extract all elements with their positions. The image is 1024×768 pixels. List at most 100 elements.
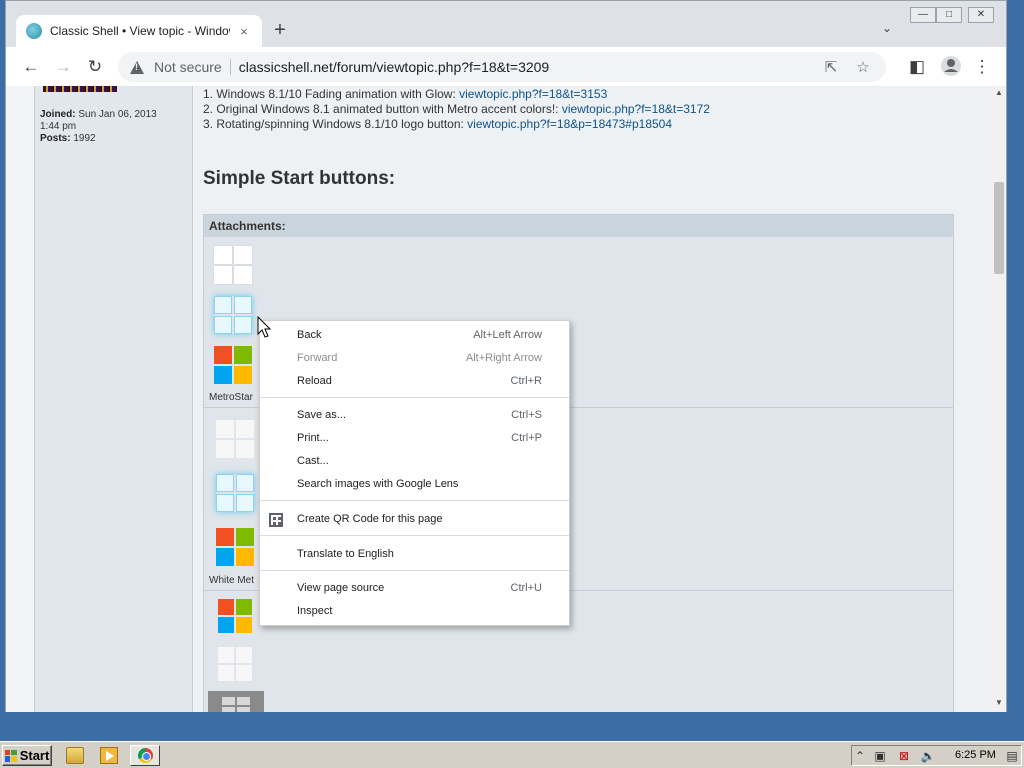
menu-item-label: View page source [297, 582, 385, 594]
poster-profile: Joined: Sun Jan 06, 2013 1:44 pm Posts: … [34, 86, 193, 712]
menu-item-reload[interactable]: Reload Ctrl+R [260, 370, 569, 393]
menu-item-label: Cast... [297, 455, 329, 467]
windows-logo-faint-icon[interactable] [216, 420, 254, 458]
menu-item-cast[interactable]: Cast... [260, 450, 569, 473]
windows-logo-color-icon[interactable] [214, 346, 252, 384]
windows-logo-faint-icon[interactable] [218, 647, 252, 681]
reload-icon[interactable]: ↻ [83, 55, 107, 79]
menu-item-translate[interactable]: Translate to English [260, 543, 569, 566]
windows-logo-glow-icon[interactable] [214, 296, 252, 334]
tab-bar: Classic Shell • View topic - Windows × +… [6, 1, 1006, 47]
menu-item-label: Inspect [297, 605, 333, 617]
menu-item-forward[interactable]: Forward Alt+Right Arrow [260, 347, 569, 370]
qr-code-icon [269, 513, 283, 527]
page-scrollbar[interactable]: ▲ ▼ [992, 86, 1006, 712]
menu-item-shortcut: Alt+Left Arrow [473, 329, 542, 341]
more-menu-icon[interactable]: ⋮ [970, 55, 994, 79]
new-tab-button[interactable]: + [268, 19, 292, 42]
menu-item-shortcut: Ctrl+R [510, 375, 542, 387]
post-line-2: 2. Original Windows 8.1 animated button … [203, 102, 710, 116]
menu-separator [260, 397, 569, 398]
menu-item-back[interactable]: Back Alt+Left Arrow [260, 324, 569, 347]
post-link[interactable]: viewtopic.php?f=18&t=3153 [459, 87, 607, 101]
explorer-folder-icon[interactable] [66, 747, 84, 764]
tab-title: Classic Shell • View topic - Windows [50, 24, 230, 38]
windows-flag-icon [4, 749, 17, 762]
show-desktop-icon[interactable]: ▤ [1004, 749, 1020, 763]
bookmark-star-icon[interactable]: ☆ [852, 58, 874, 76]
menu-separator [260, 535, 569, 536]
menu-item-label: Translate to English [297, 548, 394, 560]
joined-info: Joined: Sun Jan 06, 2013 1:44 pm Posts: … [40, 109, 157, 145]
menu-item-google-lens[interactable]: Search images with Google Lens [260, 473, 569, 496]
side-panel-icon[interactable]: ◧ [905, 55, 929, 79]
menu-item-label: Back [297, 329, 322, 341]
menu-item-label: Reload [297, 375, 332, 387]
menu-separator [260, 570, 569, 571]
posts-label: Posts: [40, 133, 71, 144]
security-label[interactable]: Not secure [154, 59, 222, 75]
volume-icon[interactable]: 🔈 [920, 749, 936, 763]
maximize-button[interactable]: □ [936, 7, 962, 23]
windows-logo-glow-icon[interactable] [216, 474, 254, 512]
menu-item-qr-code[interactable]: Create QR Code for this page [260, 508, 569, 531]
post-line-3: 3. Rotating/spinning Windows 8.1/10 logo… [203, 117, 672, 131]
address-bar[interactable]: Not secure classicshell.net/forum/viewto… [118, 52, 886, 82]
chrome-icon [138, 748, 153, 763]
post-line-1: 1. Windows 8.1/10 Fading animation with … [203, 87, 607, 101]
media-player-icon[interactable] [100, 747, 118, 764]
back-arrow-icon[interactable]: ← [19, 55, 43, 79]
menu-item-label: Forward [297, 352, 338, 364]
windows-logo-color-icon[interactable] [218, 599, 252, 633]
menu-item-label: Create QR Code for this page [297, 513, 443, 525]
tab-close-icon[interactable]: × [236, 24, 252, 39]
mouse-cursor-icon [257, 316, 272, 338]
close-button[interactable]: ✕ [968, 7, 994, 23]
browser-toolbar: ← → ↻ Not secure classicshell.net/forum/… [6, 47, 1006, 87]
post-line-text: 2. Original Windows 8.1 animated button … [203, 102, 562, 116]
menu-item-shortcut: Alt+Right Arrow [465, 352, 542, 364]
taskbar: Start ⌃ ▣ ⊠ 🔈 6:25 PM ▤ [0, 741, 1024, 768]
start-button[interactable]: Start [2, 745, 52, 766]
scroll-down-arrow-icon[interactable]: ▼ [992, 698, 1006, 707]
joined-label: Joined: [40, 109, 76, 120]
share-icon[interactable]: ⇱ [820, 58, 842, 76]
menu-item-label: Print... [297, 432, 329, 444]
attachment-caption[interactable]: MetroStar [209, 392, 253, 403]
menu-item-save-as[interactable]: Save as... Ctrl+S [260, 404, 569, 427]
network-icon[interactable]: ▣ [872, 749, 888, 763]
scroll-up-arrow-icon[interactable]: ▲ [992, 88, 1006, 97]
post-link[interactable]: viewtopic.php?f=18&t=3172 [562, 102, 710, 116]
menu-item-print[interactable]: Print... Ctrl+P [260, 427, 569, 450]
site-favicon-icon [26, 23, 42, 39]
section-title: Simple Start buttons: [203, 168, 396, 189]
windows-logo-gray-tile-icon[interactable] [208, 691, 264, 712]
context-menu: Back Alt+Left Arrow Forward Alt+Right Ar… [259, 320, 570, 626]
chrome-taskbar-button[interactable] [130, 745, 160, 766]
tab-search-chevron-icon[interactable]: ⌄ [878, 21, 896, 35]
windows-logo-color-icon[interactable] [216, 528, 254, 566]
menu-separator [260, 500, 569, 501]
minimize-button[interactable]: — [910, 7, 936, 23]
post-link[interactable]: viewtopic.php?f=18&p=18473#p18504 [467, 117, 672, 131]
profile-avatar-icon[interactable] [938, 55, 964, 79]
warning-triangle-icon[interactable] [130, 60, 144, 74]
url-text[interactable]: classicshell.net/forum/viewtopic.php?f=1… [239, 59, 810, 75]
forward-arrow-icon[interactable]: → [51, 55, 75, 79]
clock[interactable]: 6:25 PM [955, 749, 996, 761]
menu-item-inspect[interactable]: Inspect [260, 600, 569, 623]
attachment-caption[interactable]: White Met [209, 575, 254, 586]
menu-item-label: Search images with Google Lens [297, 478, 459, 490]
windows-logo-white-icon[interactable] [214, 246, 252, 284]
scroll-thumb[interactable] [994, 182, 1004, 274]
tab-active[interactable]: Classic Shell • View topic - Windows × [16, 15, 262, 47]
security-alert-icon[interactable]: ⊠ [896, 749, 912, 763]
system-tray: ⌃ ▣ ⊠ 🔈 6:25 PM ▤ [851, 745, 1022, 766]
menu-item-view-source[interactable]: View page source Ctrl+U [260, 577, 569, 600]
posts-value: 1992 [73, 133, 96, 144]
tray-expand-icon[interactable]: ⌃ [852, 749, 868, 763]
attachments-header: Attachments: [204, 215, 953, 237]
menu-item-label: Save as... [297, 409, 346, 421]
post-line-text: 3. Rotating/spinning Windows 8.1/10 logo… [203, 117, 468, 131]
avatar [43, 86, 117, 92]
